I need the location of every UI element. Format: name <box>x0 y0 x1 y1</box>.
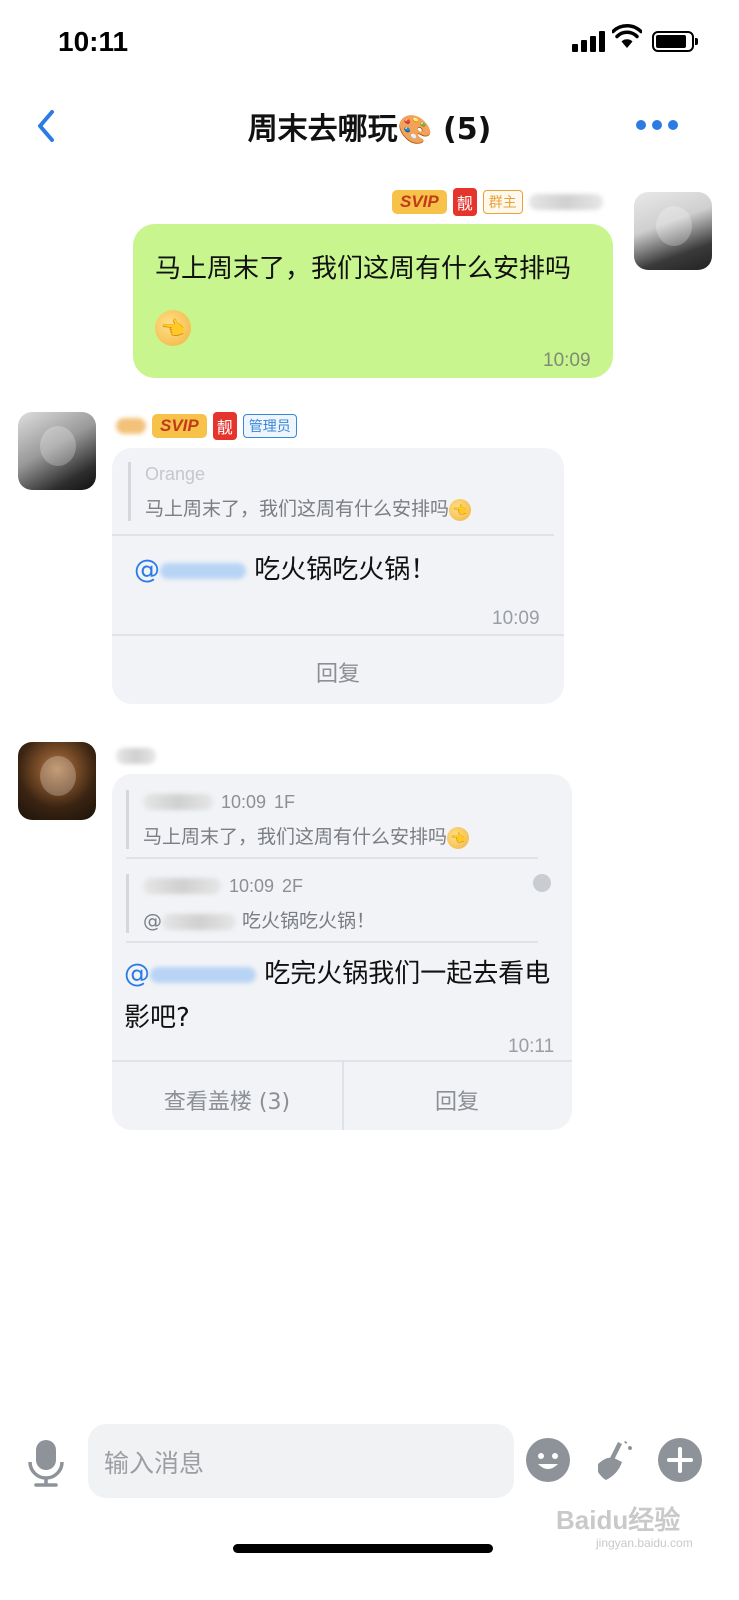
reply-button[interactable]: 回复 <box>112 656 564 688</box>
self-message-content: 马上周末了，我们这周有什么安排吗 <box>155 254 572 284</box>
mention-name-blurred <box>150 966 256 983</box>
quote-author: Orange <box>145 463 206 484</box>
quote-mention-blurred <box>162 913 236 930</box>
more-options-icon[interactable] <box>636 118 684 132</box>
sender-name-blurred <box>116 748 156 764</box>
third-user-avatar[interactable] <box>18 742 96 820</box>
quote-content: 马上周末了，我们这周有什么安排吗 <box>145 498 450 520</box>
view-thread-button[interactable]: 查看盖楼 (3) <box>112 1084 342 1116</box>
quote-floor-1-text: 马上周末了，我们这周有什么安排吗 👈 <box>143 822 546 849</box>
self-message-bubble[interactable]: 马上周末了，我们这周有什么安排吗 👈 10:09 <box>133 224 613 378</box>
quoted-message: Orange 马上周末了，我们这周有什么安排吗 👈 <box>128 462 548 521</box>
liang-badge: 靓 <box>452 188 477 216</box>
pointing-emoji-icon: 👈 <box>155 309 191 346</box>
status-bar: 10:11 <box>0 0 739 88</box>
comment-icon[interactable] <box>533 874 551 892</box>
svip-badge: SVIP <box>152 414 207 438</box>
admin-message-time: 10:09 <box>492 608 540 629</box>
action-divider <box>112 634 564 636</box>
signal-icon <box>572 30 606 52</box>
chat-title-text: 周末去哪玩 <box>247 112 398 147</box>
member-count: (5) <box>443 112 492 147</box>
message-input[interactable]: 输入消息 <box>88 1424 514 1498</box>
self-avatar[interactable] <box>634 192 712 270</box>
sender-name-blurred <box>116 418 146 434</box>
third-message-text: @ 吃完火锅我们一起去看电影吧? <box>124 952 564 1040</box>
self-message-time: 10:09 <box>543 350 591 371</box>
liang-badge: 靓 <box>212 412 237 440</box>
self-message-text: 马上周末了，我们这周有什么安排吗 👈 <box>155 240 595 356</box>
nav-bar: 周末去哪玩🎨 (5) <box>0 88 739 164</box>
admin-badges: SVIP 靓 管理员 <box>116 412 297 440</box>
baidu-watermark: Baidu经验 <box>556 1505 681 1535</box>
quoted-floor-2: 10:09 2F @ 吃火锅吃火锅！ <box>126 874 546 933</box>
third-message-time: 10:11 <box>508 1036 555 1057</box>
home-indicator <box>233 1544 493 1553</box>
mention-link[interactable]: @ <box>134 555 246 585</box>
plus-icon[interactable] <box>658 1438 702 1482</box>
admin-badge: 管理员 <box>242 414 297 438</box>
quote-floor-1-time: 10:09 <box>221 791 267 812</box>
wifi-icon <box>612 24 642 48</box>
self-badges: SVIP 靓 群主 <box>392 188 603 216</box>
reply-button[interactable]: 回复 <box>342 1084 572 1116</box>
quote-floor-1-content: 马上周末了，我们这周有什么安排吗 <box>143 826 448 848</box>
mention-symbol: @ <box>124 959 150 989</box>
quote-floor-2-content: 吃火锅吃火锅！ <box>242 910 376 932</box>
quote-text: 马上周末了，我们这周有什么安排吗 👈 <box>145 494 548 521</box>
message-input-placeholder: 输入消息 <box>104 1449 205 1478</box>
pointing-emoji-icon: 👈 <box>449 498 472 521</box>
admin-message-content: 吃火锅吃火锅！ <box>254 555 437 585</box>
quote-floor-1-number: 1F <box>274 791 296 812</box>
emoji-icon[interactable] <box>526 1438 570 1482</box>
baidu-watermark-url: jingyan.baidu.com <box>596 1536 693 1550</box>
status-time: 10:11 <box>58 26 129 57</box>
mention-name-blurred <box>160 562 246 579</box>
quote-floor-2-time: 10:09 <box>229 875 275 896</box>
thread-reply-card[interactable]: 10:09 1F 马上周末了，我们这周有什么安排吗 👈 10:09 2F @ 吃火… <box>112 774 572 1130</box>
admin-message-text: @ 吃火锅吃火锅！ <box>134 548 436 592</box>
quote-divider <box>126 941 538 943</box>
quote-divider <box>112 534 554 536</box>
quoted-floor-1: 10:09 1F 马上周末了，我们这周有什么安排吗 👈 <box>126 790 546 849</box>
sender-name-blurred <box>528 194 603 210</box>
battery-icon <box>652 31 698 52</box>
quote-author-blurred <box>143 794 213 810</box>
input-bar: 输入消息 <box>0 1418 739 1508</box>
admin-avatar[interactable] <box>18 412 96 490</box>
quote-floor-2-number: 2F <box>282 875 304 896</box>
quote-author-blurred <box>143 878 221 894</box>
third-user-name <box>116 742 156 770</box>
microphone-icon[interactable] <box>24 1438 68 1488</box>
svip-badge: SVIP <box>392 190 447 214</box>
quote-floor-1-meta: 10:09 1F <box>143 790 546 814</box>
group-owner-badge: 群主 <box>482 190 523 214</box>
palette-icon: 🎨 <box>397 113 433 146</box>
broom-icon[interactable] <box>592 1438 636 1482</box>
quote-divider <box>126 857 538 859</box>
quote-floor-2-text: @ 吃火锅吃火锅！ <box>143 906 546 933</box>
quote-floor-2-meta: 10:09 2F <box>143 874 546 898</box>
pointing-emoji-icon: 👈 <box>447 826 470 849</box>
quote-mention-symbol: @ <box>143 910 162 932</box>
mention-link[interactable]: @ <box>124 959 256 989</box>
mention-symbol: @ <box>134 555 160 585</box>
chat-title: 周末去哪玩🎨 (5) <box>0 104 739 148</box>
admin-reply-card[interactable]: Orange 马上周末了，我们这周有什么安排吗 👈 @ 吃火锅吃火锅！ 10:09… <box>112 448 564 704</box>
